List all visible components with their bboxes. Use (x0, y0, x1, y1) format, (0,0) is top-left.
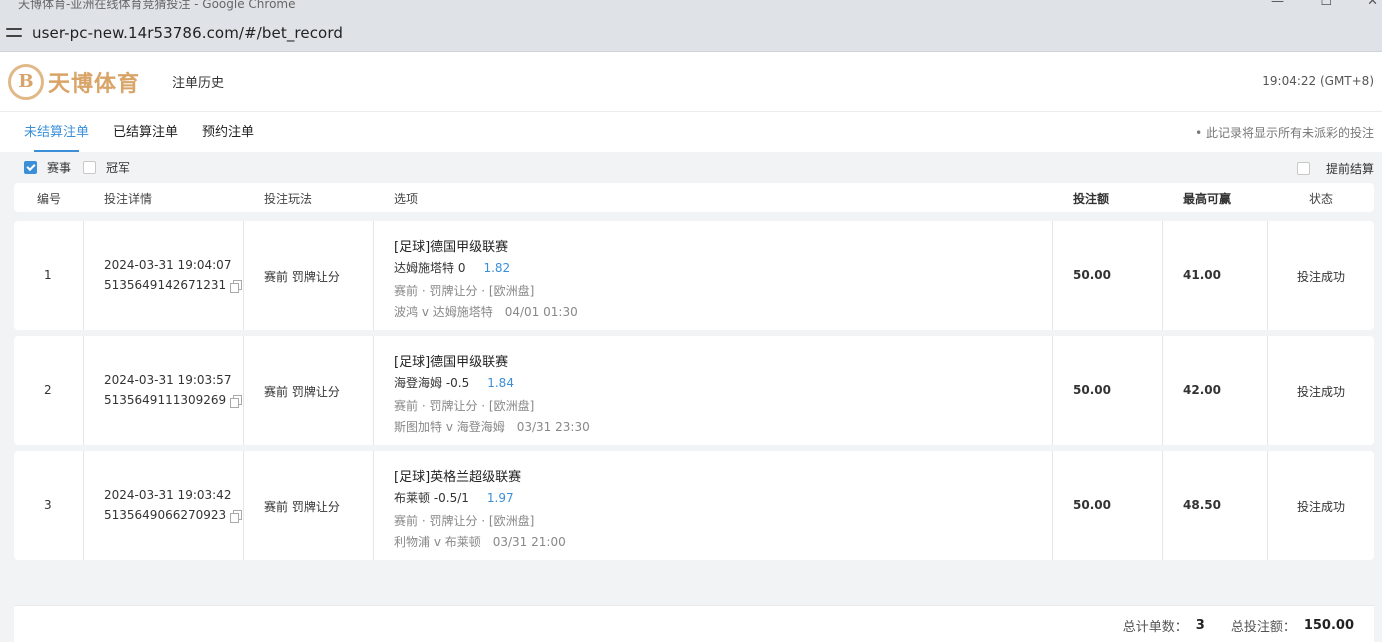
row-play: 赛前 罚牌让分 (264, 385, 340, 399)
row-meta: 赛前 · 罚牌让分 · [欧洲盘] (394, 284, 535, 298)
row-meta: 赛前 · 罚牌让分 · [欧洲盘] (394, 514, 535, 528)
logo-text: 天博体育 (48, 71, 141, 97)
match-teams: 斯图加特 v 海登海姆 (394, 420, 505, 434)
match-time: 03/31 21:00 (492, 535, 566, 549)
total-label: 总投注额： (1230, 620, 1296, 635)
event-checkbox[interactable] (24, 160, 37, 174)
row-status: 投注成功 (1297, 385, 1346, 399)
pick-odds: 1.84 (487, 376, 514, 390)
row-time: 2024-03-31 19:04:07 (104, 258, 232, 272)
maximize-icon[interactable]: ☐ (1320, 0, 1332, 9)
logo-mark-icon: B (8, 63, 44, 100)
pick-text: 海登海姆 -0.5 (394, 376, 470, 390)
row-status: 投注成功 (1297, 500, 1346, 514)
order-id-text: 5135649111309269 (104, 393, 227, 407)
filter-bar: 赛事 冠军 提前结算 (0, 152, 1382, 182)
pick-text: 达姆施塔特 0 (394, 261, 466, 275)
row-league: [足球]英格兰超级联赛 (394, 470, 522, 485)
row-pick: 布莱顿 -0.5/1 1.97 (394, 489, 514, 506)
table-row: 1 2024-03-31 19:04:07 5135649142671231 赛… (14, 221, 1374, 330)
row-no: 2 (44, 383, 52, 397)
minimize-icon[interactable]: — (1271, 0, 1284, 9)
match-time: 04/01 01:30 (504, 305, 578, 319)
table-header: 编号 投注详情 投注玩法 选项 投注额 最高可赢 状态 (14, 183, 1374, 212)
match-teams: 波鸿 v 达姆施塔特 (394, 305, 493, 319)
row-league: [足球]德国甲级联赛 (394, 240, 509, 255)
col-play: 投注玩法 (264, 192, 313, 206)
bet-tabs: 未结算注单 已结算注单 预约注单 • 此记录将显示所有未派彩的投注 (0, 112, 1382, 152)
logo[interactable]: B 天博体育 (8, 63, 141, 100)
champion-label[interactable]: 冠军 (106, 159, 130, 176)
row-order-id: 5135649142671231 (104, 278, 243, 293)
row-league: [足球]德国甲级联赛 (394, 355, 509, 370)
tab-settled[interactable]: 已结算注单 (113, 121, 178, 152)
col-detail: 投注详情 (104, 192, 153, 206)
row-time: 2024-03-31 19:03:57 (104, 373, 232, 387)
tab-unsettled[interactable]: 未结算注单 (24, 121, 89, 152)
early-settle-label[interactable]: 提前结算 (1326, 160, 1374, 177)
row-play: 赛前 罚牌让分 (264, 270, 340, 284)
pick-odds: 1.82 (483, 261, 511, 275)
match-time: 03/31 23:30 (516, 420, 590, 434)
early-settle-checkbox[interactable] (1296, 162, 1310, 175)
row-max-win: 48.50 (1183, 498, 1221, 512)
pick-odds: 1.97 (486, 491, 514, 505)
total-value: 150.00 (1303, 618, 1354, 633)
row-play: 赛前 罚牌让分 (264, 500, 340, 514)
row-max-win: 42.00 (1183, 383, 1221, 397)
row-no: 3 (44, 498, 52, 512)
copy-icon[interactable] (230, 279, 243, 293)
row-pick: 海登海姆 -0.5 1.84 (394, 374, 514, 391)
logo-mark-letter: B (18, 71, 34, 92)
browser-title-bar: 天博体育-亚洲在线体育竞猜投注 - Google Chrome — ☐ ✕ (0, 0, 1382, 14)
row-pick: 达姆施塔特 0 1.82 (394, 259, 510, 276)
row-match: 波鸿 v 达姆施塔特 04/01 01:30 (394, 303, 578, 320)
copy-icon[interactable] (230, 509, 243, 523)
col-status: 状态 (1309, 192, 1334, 206)
col-option: 选项 (394, 192, 419, 206)
row-no: 1 (44, 268, 52, 282)
order-id-text: 5135649142671231 (104, 278, 227, 292)
nav-bet-history[interactable]: 注单历史 (172, 72, 224, 91)
order-id-text: 5135649066270923 (104, 508, 227, 522)
match-teams: 利物浦 v 布莱顿 (394, 535, 481, 549)
col-stake: 投注额 (1073, 192, 1110, 206)
site-header: B 天博体育 注单历史 19:04:22 (GMT+8) (0, 52, 1382, 112)
count-label: 总计单数： (1122, 620, 1188, 635)
col-max-win: 最高可赢 (1183, 192, 1232, 206)
copy-icon[interactable] (230, 394, 243, 408)
window-title: 天博体育-亚洲在线体育竞猜投注 - Google Chrome (18, 0, 296, 11)
event-label[interactable]: 赛事 (47, 159, 71, 176)
row-order-id: 5135649111309269 (104, 393, 243, 408)
champion-checkbox[interactable] (83, 160, 97, 174)
row-stake: 50.00 (1073, 383, 1111, 397)
row-stake: 50.00 (1073, 268, 1111, 282)
site-settings-icon[interactable] (6, 26, 22, 40)
table-row: 3 2024-03-31 19:03:42 5135649066270923 赛… (14, 451, 1374, 560)
tab-reserved[interactable]: 预约注单 (202, 121, 254, 152)
row-time: 2024-03-31 19:03:42 (104, 488, 232, 502)
col-no: 编号 (37, 192, 62, 206)
table-row: 2 2024-03-31 19:03:57 5135649111309269 赛… (14, 336, 1374, 445)
row-meta: 赛前 · 罚牌让分 · [欧洲盘] (394, 399, 535, 413)
address-bar[interactable]: user-pc-new.14r53786.com/#/bet_record (0, 14, 1382, 52)
pick-text: 布莱顿 -0.5/1 (394, 491, 469, 505)
clock: 19:04:22 (GMT+8) (1262, 74, 1374, 88)
row-match: 利物浦 v 布莱顿 03/31 21:00 (394, 533, 566, 550)
row-match: 斯图加特 v 海登海姆 03/31 23:30 (394, 418, 590, 435)
summary-bar: 总计单数： 3 总投注额： 150.00 (14, 605, 1374, 642)
row-status: 投注成功 (1297, 270, 1346, 284)
count-value: 3 (1195, 618, 1205, 633)
row-stake: 50.00 (1073, 498, 1111, 512)
url-text[interactable]: user-pc-new.14r53786.com/#/bet_record (32, 24, 343, 42)
row-max-win: 41.00 (1183, 268, 1221, 282)
close-icon[interactable]: ✕ (1367, 0, 1378, 9)
row-order-id: 5135649066270923 (104, 508, 243, 523)
tabs-note: • 此记录将显示所有未派彩的投注 (1195, 126, 1374, 140)
